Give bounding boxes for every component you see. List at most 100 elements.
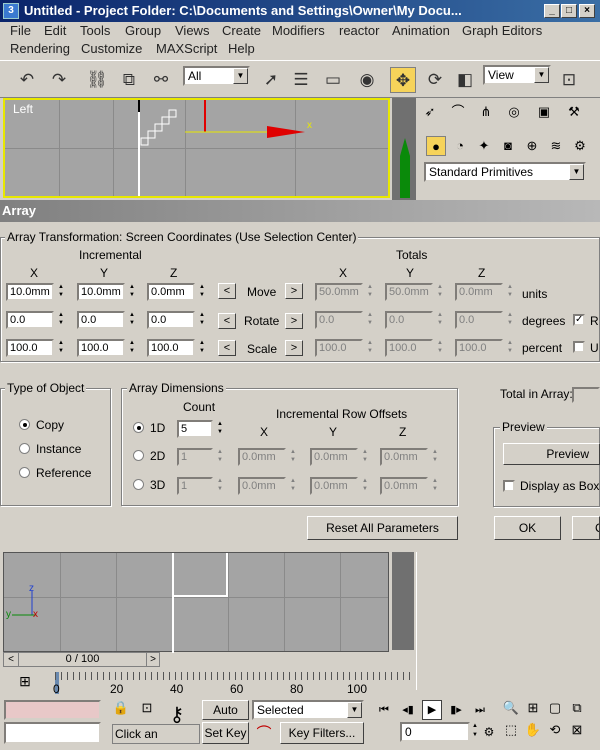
dim-2d-radio[interactable]: [133, 450, 144, 461]
close-button[interactable]: ×: [579, 4, 595, 18]
systems-icon[interactable]: ⚙: [570, 136, 590, 156]
lock-icon[interactable]: 🔒: [112, 700, 130, 720]
maxscript-listener-white[interactable]: [4, 722, 101, 744]
arc-rotate-icon[interactable]: ⟲: [546, 722, 564, 742]
cancel-button[interactable]: C: [572, 516, 600, 540]
motion-tab-icon[interactable]: ◎: [504, 102, 524, 122]
menu-help[interactable]: Help: [228, 41, 255, 56]
curve-editor-icon[interactable]: ⊞: [14, 673, 36, 693]
time-next-icon[interactable]: >: [147, 653, 159, 666]
scale-left-arrow-button[interactable]: <: [218, 340, 236, 356]
display-tab-icon[interactable]: ▣: [534, 102, 554, 122]
undo-icon[interactable]: ↶: [14, 67, 40, 93]
rotate-left-arrow-button[interactable]: <: [218, 313, 236, 329]
time-config-icon[interactable]: ⚙: [480, 722, 498, 742]
lights-icon[interactable]: ✦: [474, 136, 494, 156]
preview-button[interactable]: Preview: [503, 443, 600, 465]
menu-modifiers[interactable]: Modifiers: [272, 23, 325, 38]
hierarchy-tab-icon[interactable]: ⋔: [476, 102, 496, 122]
menu-animation[interactable]: Animation: [392, 23, 450, 38]
menu-graph-editors[interactable]: Graph Editors: [462, 23, 542, 38]
object-type-dropdown[interactable]: Standard Primitives ▼: [424, 162, 586, 182]
unlink-icon[interactable]: ⧉: [116, 67, 142, 93]
goto-end-icon[interactable]: ⏭: [470, 700, 490, 720]
reference-radio[interactable]: [19, 467, 30, 478]
viewport-label[interactable]: Left: [13, 102, 33, 116]
prev-frame-icon[interactable]: ◂▮: [398, 700, 418, 720]
move-inc-x[interactable]: 10.0mm ▲ ▼: [6, 283, 66, 301]
select-link-icon[interactable]: ⛓: [84, 67, 110, 93]
next-frame-icon[interactable]: ▮▸: [446, 700, 466, 720]
dim-1d-radio[interactable]: [133, 422, 144, 433]
move-gizmo[interactable]: x: [185, 100, 325, 160]
scale-inc-x[interactable]: 100.0 ▲ ▼: [6, 339, 66, 357]
rect-selection-icon[interactable]: ▭: [320, 67, 346, 93]
count-1d[interactable]: 5 ▲ ▼: [177, 420, 225, 438]
maximize-viewport-icon[interactable]: ⊠: [568, 722, 586, 742]
goto-start-icon[interactable]: ⏮: [374, 700, 394, 720]
rotate-inc-x[interactable]: 0.0 ▲ ▼: [6, 311, 66, 329]
move-inc-y[interactable]: 10.0mm ▲ ▼: [77, 283, 137, 301]
select-object-icon[interactable]: ➚: [258, 67, 284, 93]
bind-space-warp-icon[interactable]: ⚯: [148, 67, 174, 93]
select-and-scale-icon[interactable]: ◧: [452, 67, 478, 93]
current-frame-field[interactable]: 0: [400, 722, 470, 742]
menu-reactor[interactable]: reactor: [339, 23, 379, 38]
maxscript-listener-pink[interactable]: [4, 700, 101, 720]
shapes-icon[interactable]: ◔: [450, 136, 470, 156]
viewport-left[interactable]: Left x: [3, 98, 390, 198]
helpers-icon[interactable]: ⊕: [522, 136, 542, 156]
reference-coord-dropdown[interactable]: View ▼: [483, 65, 551, 85]
cameras-icon[interactable]: ◙: [498, 136, 518, 156]
zoom-extents-icon[interactable]: ▢: [546, 700, 564, 720]
move-right-arrow-button[interactable]: >: [285, 283, 303, 299]
copy-radio[interactable]: [19, 419, 30, 430]
menu-views[interactable]: Views: [175, 23, 209, 38]
auto-key-button[interactable]: Auto Key: [202, 700, 249, 735]
select-and-move-icon[interactable]: ✥: [390, 67, 416, 93]
select-and-rotate-icon[interactable]: ⟳: [422, 67, 448, 93]
menu-edit[interactable]: Edit: [44, 23, 66, 38]
region-zoom-icon[interactable]: ⬚: [502, 722, 520, 742]
frame-spinner-icon[interactable]: ▲ ▼: [472, 722, 480, 742]
absolute-mode-icon[interactable]: ⊡: [138, 700, 156, 720]
modify-tab-icon[interactable]: ⌒: [448, 102, 468, 122]
time-slider[interactable]: < 0 / 100 >: [3, 652, 160, 667]
uniform-checkbox[interactable]: [573, 341, 585, 353]
select-by-name-icon[interactable]: ☰: [288, 67, 314, 93]
scale-inc-z[interactable]: 100.0 ▲ ▼: [147, 339, 207, 357]
geometry-icon[interactable]: ●: [426, 136, 446, 156]
play-icon[interactable]: ▶: [422, 700, 442, 720]
instance-radio[interactable]: [19, 443, 30, 454]
zoom-all-icon[interactable]: ⊞: [524, 700, 542, 720]
rotate-inc-y[interactable]: 0.0 ▲ ▼: [77, 311, 137, 329]
scale-inc-y[interactable]: 100.0 ▲ ▼: [77, 339, 137, 357]
space-warps-icon[interactable]: ≋: [546, 136, 566, 156]
timeline-ruler[interactable]: 0 20 40 60 80 100: [53, 672, 410, 696]
menu-rendering[interactable]: Rendering: [10, 41, 70, 56]
menu-customize[interactable]: Customize: [81, 41, 142, 56]
pivot-center-icon[interactable]: ⊡: [556, 67, 582, 93]
menu-group[interactable]: Group: [125, 23, 161, 38]
scale-right-arrow-button[interactable]: >: [285, 340, 303, 356]
zoom-icon[interactable]: 🔍: [502, 700, 520, 720]
ok-button[interactable]: OK: [494, 516, 561, 540]
window-crossing-icon[interactable]: ◉: [354, 67, 380, 93]
viewport-bottom[interactable]: z y x: [3, 552, 389, 653]
reset-all-parameters-button[interactable]: Reset All Parameters: [307, 516, 458, 540]
re-orient-checkbox[interactable]: ✓: [573, 314, 585, 326]
time-prev-icon[interactable]: <: [4, 653, 18, 666]
move-inc-z[interactable]: 0.0mm ▲ ▼: [147, 283, 207, 301]
default-tangent-icon[interactable]: ⌒: [252, 722, 276, 744]
rotate-right-arrow-button[interactable]: >: [285, 313, 303, 329]
menu-maxscript[interactable]: MAXScript: [156, 41, 217, 56]
selection-filter-dropdown[interactable]: All ▼: [183, 66, 250, 86]
rotate-inc-z[interactable]: 0.0 ▲ ▼: [147, 311, 207, 329]
menu-file[interactable]: File: [10, 23, 31, 38]
dim-3d-radio[interactable]: [133, 479, 144, 490]
utilities-tab-icon[interactable]: ⚒: [564, 102, 584, 122]
menu-create[interactable]: Create: [222, 23, 261, 38]
move-left-arrow-button[interactable]: <: [218, 283, 236, 299]
redo-icon[interactable]: ↷: [46, 67, 72, 93]
pan-icon[interactable]: ✋: [524, 722, 542, 742]
